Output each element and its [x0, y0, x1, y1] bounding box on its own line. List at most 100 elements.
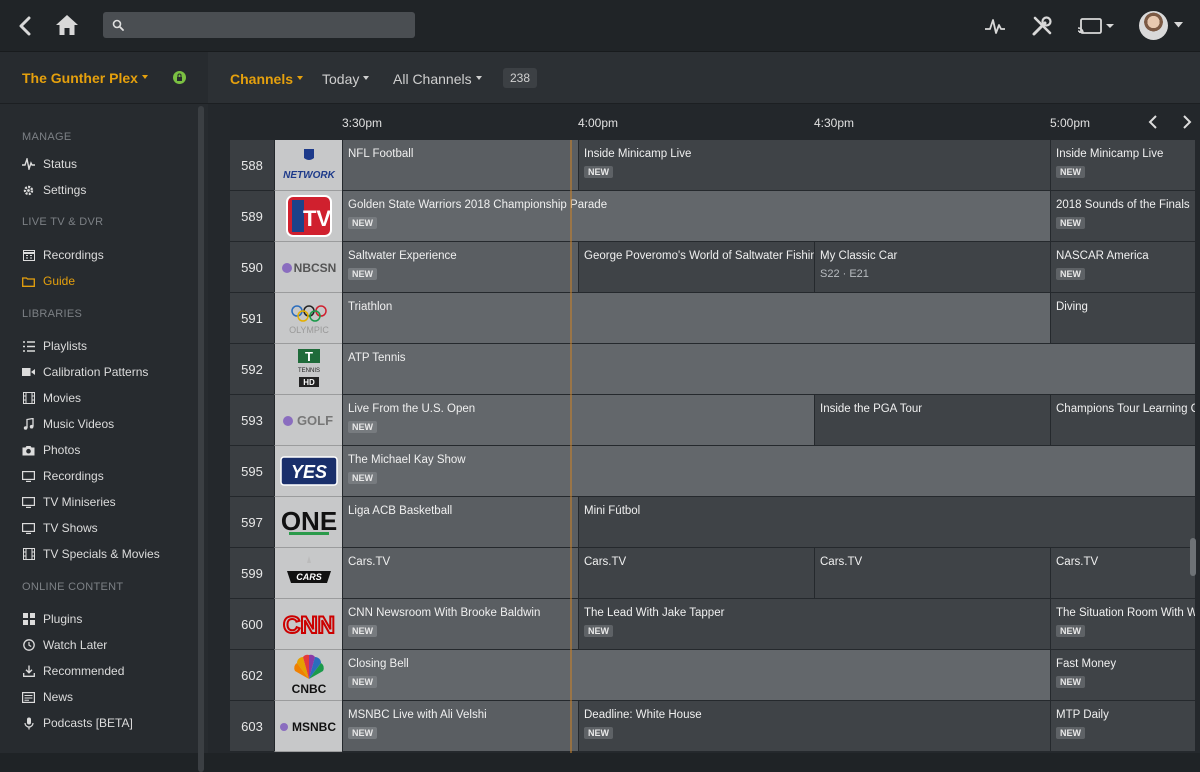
sidebar-item-recommended[interactable]: Recommended [22, 661, 124, 681]
program-cell[interactable]: Champions Tour Learning Center [1050, 395, 1195, 446]
sidebar-item-podcasts-beta[interactable]: Podcasts [BETA] [22, 713, 133, 733]
program-cell[interactable]: The Lead With Jake Tapper NEW [578, 599, 1050, 650]
time-label: 4:00pm [578, 116, 619, 130]
program-title: CNN Newsroom With Brooke Baldwin [348, 607, 541, 619]
cast-icon[interactable] [1076, 15, 1116, 37]
svg-text:CNBC: CNBC [291, 682, 326, 696]
channels-filter[interactable]: Channels [230, 71, 304, 87]
program-cell[interactable]: Inside Minicamp Live NEW [1050, 140, 1195, 191]
program-cell[interactable]: Diving [1050, 293, 1195, 344]
sidebar-scrollbar[interactable] [198, 106, 204, 772]
sidebar-item-watch-later[interactable]: Watch Later [22, 635, 107, 655]
program-cell[interactable]: The Situation Room With Wolf Blitzer NEW [1050, 599, 1195, 650]
program-cell[interactable]: ATP Tennis [342, 344, 1195, 395]
tools-icon[interactable] [1030, 13, 1054, 39]
sidebar-item-label: Recordings [43, 248, 104, 262]
program-cell[interactable]: NASCAR America NEW [1050, 242, 1195, 293]
sidebar-item-playlists[interactable]: Playlists [22, 336, 87, 356]
sidebar-item-tv-shows[interactable]: TV Shows [22, 518, 98, 538]
program-cell[interactable]: CNN Newsroom With Brooke Baldwin NEW [342, 599, 578, 650]
today-filter[interactable]: Today [322, 71, 370, 87]
program-cell[interactable]: NFL Football [342, 140, 578, 191]
channel-logo[interactable]: NBCSN [274, 242, 342, 293]
program-cell[interactable]: Live From the U.S. Open NEW [342, 395, 814, 446]
channel-row: 593 GOLF Live From the U.S. Open NEW Inside … [230, 395, 1195, 446]
channel-logo[interactable]: CARS [274, 548, 342, 599]
activity-icon[interactable] [983, 14, 1007, 38]
channel-logo[interactable]: OLYMPIC [274, 293, 342, 344]
channel-logo[interactable]: ONE [274, 497, 342, 548]
channel-logo[interactable]: TV [274, 191, 342, 242]
mic-icon [22, 717, 35, 730]
program-cell[interactable]: MSNBC Live with Ali Velshi NEW [342, 701, 578, 752]
program-title: NFL Football [348, 148, 414, 160]
program-cell[interactable]: Liga ACB Basketball [342, 497, 578, 548]
program-cell[interactable]: Cars.TV [814, 548, 1050, 599]
channel-logo[interactable]: NETWORK [274, 140, 342, 191]
program-cell[interactable]: Inside Minicamp Live NEW [578, 140, 1050, 191]
chevron-right-icon[interactable] [1181, 114, 1193, 135]
program-cell[interactable]: Golden State Warriors 2018 Championship … [342, 191, 1050, 242]
program-cell[interactable]: Saltwater Experience NEW [342, 242, 578, 293]
channel-logo[interactable]: CNN [274, 599, 342, 650]
channel-logo[interactable]: CNBC [274, 650, 342, 701]
sidebar-item-calibration-patterns[interactable]: Calibration Patterns [22, 362, 148, 382]
program-cell[interactable]: Mini Fútbol [578, 497, 1195, 548]
sidebar-item-plugins[interactable]: Plugins [22, 609, 82, 629]
channel-logo[interactable]: GOLF [274, 395, 342, 446]
program-cell[interactable]: MTP Daily NEW [1050, 701, 1195, 752]
clock-icon [22, 639, 35, 652]
sidebar-item-recordings[interactable]: Recordings [22, 466, 104, 486]
music-icon [22, 418, 35, 431]
program-title: Champions Tour Learning Center [1056, 403, 1195, 415]
program-cell[interactable]: My Classic Car S22 · E21 [814, 242, 1050, 293]
avatar[interactable] [1139, 11, 1168, 40]
new-badge: NEW [348, 676, 377, 688]
svg-text:OLYMPIC: OLYMPIC [289, 325, 329, 335]
program-cell[interactable]: Deadline: White House NEW [578, 701, 1050, 752]
sidebar-item-recordings[interactable]: Recordings [22, 245, 104, 265]
sidebar-item-settings[interactable]: Settings [22, 180, 86, 200]
svg-text:MSNBC: MSNBC [292, 720, 336, 734]
program-title: Inside Minicamp Live [1056, 148, 1164, 160]
program-cell[interactable]: Cars.TV [578, 548, 814, 599]
server-selector[interactable]: The Gunther Plex [22, 70, 148, 86]
new-badge: NEW [1056, 268, 1085, 280]
search-input[interactable] [103, 12, 415, 38]
grid-icon [22, 613, 35, 626]
back-icon[interactable] [14, 14, 36, 38]
program-cell[interactable]: Triathlon [342, 293, 1050, 344]
guide-scrollbar[interactable] [1190, 538, 1196, 576]
new-badge: NEW [348, 268, 377, 280]
sidebar-item-status[interactable]: Status [22, 154, 77, 174]
sidebar-item-label: Plugins [43, 612, 83, 626]
sidebar-item-tv-specials-movies[interactable]: TV Specials & Movies [22, 544, 160, 564]
program-cell[interactable]: 2018 Sounds of the Finals NEW [1050, 191, 1195, 242]
home-icon[interactable] [53, 12, 81, 38]
sidebar-item-guide[interactable]: Guide [22, 271, 75, 291]
program-cell[interactable]: George Poveromo's World of Saltwater Fis… [578, 242, 814, 293]
sidebar-item-news[interactable]: News [22, 687, 73, 707]
channel-number: 589 [230, 191, 274, 242]
all-channels-filter[interactable]: All Channels [393, 71, 482, 87]
sidebar-item-music-videos[interactable]: Music Videos [22, 414, 114, 434]
program-title: My Classic Car [820, 250, 898, 262]
channel-row: 588 NETWORK NFL Football Inside Minicamp Li… [230, 140, 1195, 191]
chevron-left-icon[interactable] [1147, 114, 1159, 135]
channel-logo[interactable]: MSNBC [274, 701, 342, 752]
program-title: Golden State Warriors 2018 Championship … [348, 199, 608, 211]
channel-logo[interactable]: T TENNIS HD [274, 344, 342, 395]
sidebar-item-movies[interactable]: Movies [22, 388, 81, 408]
chevron-down-icon[interactable] [1172, 20, 1184, 30]
sidebar-item-tv-miniseries[interactable]: TV Miniseries [22, 492, 116, 512]
program-cell[interactable]: Cars.TV [342, 548, 578, 599]
program-cell[interactable]: The Michael Kay Show NEW [342, 446, 1195, 497]
svg-text:T: T [305, 349, 313, 364]
channel-logo[interactable]: YES [274, 446, 342, 497]
sidebar-item-photos[interactable]: Photos [22, 440, 80, 460]
program-cell[interactable]: Inside the PGA Tour [814, 395, 1050, 446]
program-cell[interactable]: Closing Bell NEW [342, 650, 1050, 701]
program-cell[interactable]: Fast Money NEW [1050, 650, 1195, 701]
channel-row: 600 CNN CNN Newsroom With Brooke Baldwin NE… [230, 599, 1195, 650]
program-cell[interactable]: Cars.TV [1050, 548, 1195, 599]
